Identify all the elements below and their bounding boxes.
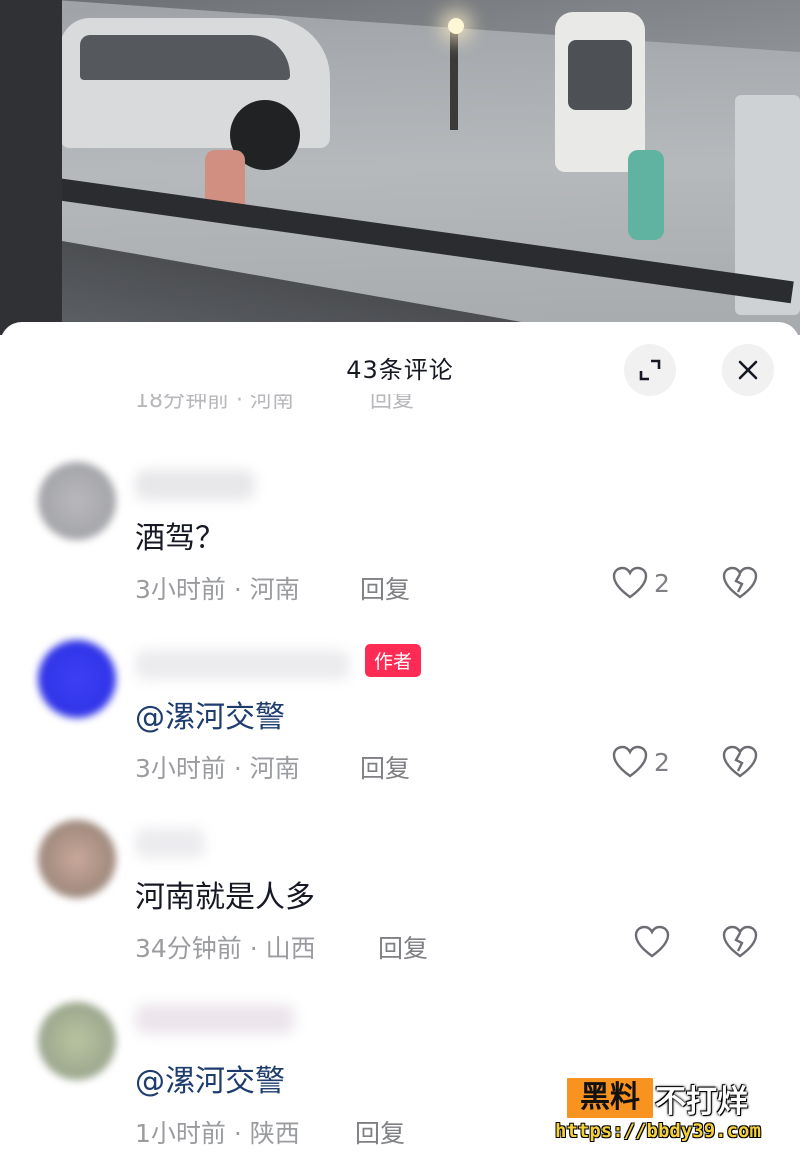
heart-outline-icon xyxy=(634,925,670,958)
dislike-button[interactable] xyxy=(722,925,758,963)
broken-heart-icon xyxy=(722,566,758,599)
avatar[interactable] xyxy=(38,640,116,718)
broken-heart-icon xyxy=(722,745,758,778)
comments-sheet: 43条评论 18分钟前 · 河南 回复 酒驾？ 3小时前 · 河南 回复 2 作… xyxy=(0,322,800,1157)
avatar[interactable] xyxy=(38,1002,116,1080)
expand-icon xyxy=(639,359,661,381)
comment-text: 河南就是人多 xyxy=(135,880,315,915)
comment-meta: 3小时前 · 河南 xyxy=(135,575,300,604)
scooter xyxy=(628,150,664,240)
comment-location: 河南 xyxy=(249,754,300,783)
street-light xyxy=(448,18,464,34)
comment-meta: 34分钟前 · 山西 xyxy=(135,934,316,963)
comment-time: 3小时前 xyxy=(135,575,226,604)
broken-heart-icon xyxy=(722,925,758,958)
comment-text: 酒驾？ xyxy=(135,521,225,556)
watermark-url: https://bbdy39.com xyxy=(555,1120,761,1142)
comment-time: 34分钟前 xyxy=(135,934,242,963)
avatar[interactable] xyxy=(38,462,116,540)
comment-item: 河南就是人多 34分钟前 · 山西 回复 xyxy=(0,816,800,986)
close-icon xyxy=(738,360,758,380)
comment-location: 山西 xyxy=(265,934,316,963)
heart-outline-icon xyxy=(612,566,648,599)
reply-button[interactable]: 回复 xyxy=(378,929,428,965)
watermark-text: 不打烊 xyxy=(655,1084,748,1120)
like-button[interactable]: 2 xyxy=(612,745,670,779)
username-blurred[interactable] xyxy=(135,828,205,858)
avatar[interactable] xyxy=(38,820,116,898)
comments-title: 43条评论 xyxy=(346,356,454,384)
reply-button[interactable]: 回复 xyxy=(360,749,410,785)
street-pole xyxy=(450,20,458,130)
previous-reply-button[interactable]: 回复 xyxy=(370,394,414,414)
dislike-button[interactable] xyxy=(722,745,758,783)
comment-time: 1小时前 xyxy=(135,1119,226,1148)
window-frame-vertical xyxy=(0,0,62,335)
like-button[interactable]: 2 xyxy=(612,566,670,600)
watermark: 黑料 不打烊 https://bbdy39.com xyxy=(555,1070,800,1150)
previous-meta-text: 18分钟前 · 河南 xyxy=(135,394,294,413)
comment-item: 酒驾？ 3小时前 · 河南 回复 2 xyxy=(0,458,800,628)
watermark-badge: 黑料 xyxy=(565,1076,655,1120)
previous-comment-meta: 18分钟前 · 河南 回复 xyxy=(135,394,775,416)
video-player[interactable] xyxy=(0,0,800,335)
username-blurred[interactable] xyxy=(135,1004,295,1034)
username-blurred[interactable] xyxy=(135,470,255,500)
cart-window xyxy=(568,40,632,110)
heart-outline-icon xyxy=(612,745,648,778)
reply-button[interactable]: 回复 xyxy=(355,1114,405,1150)
comment-time: 3小时前 xyxy=(135,754,226,783)
username-blurred[interactable] xyxy=(135,650,350,680)
expand-button[interactable] xyxy=(624,344,676,396)
like-button[interactable] xyxy=(634,925,676,959)
comment-location: 河南 xyxy=(249,575,300,604)
comment-meta: 1小时前 · 陕西 xyxy=(135,1119,300,1148)
reply-button[interactable]: 回复 xyxy=(360,570,410,606)
comment-location: 陕西 xyxy=(249,1119,300,1148)
like-count: 2 xyxy=(654,568,670,598)
comment-item: 作者 @漯河交警 3小时前 · 河南 回复 2 xyxy=(0,636,800,806)
author-badge: 作者 xyxy=(365,644,422,677)
car-window xyxy=(80,35,290,80)
comment-meta: 3小时前 · 河南 xyxy=(135,754,300,783)
close-button[interactable] xyxy=(722,344,774,396)
comment-text[interactable]: @漯河交警 xyxy=(135,1056,285,1100)
comment-text[interactable]: @漯河交警 xyxy=(135,692,285,736)
like-count: 2 xyxy=(654,747,670,777)
dislike-button[interactable] xyxy=(722,566,758,604)
